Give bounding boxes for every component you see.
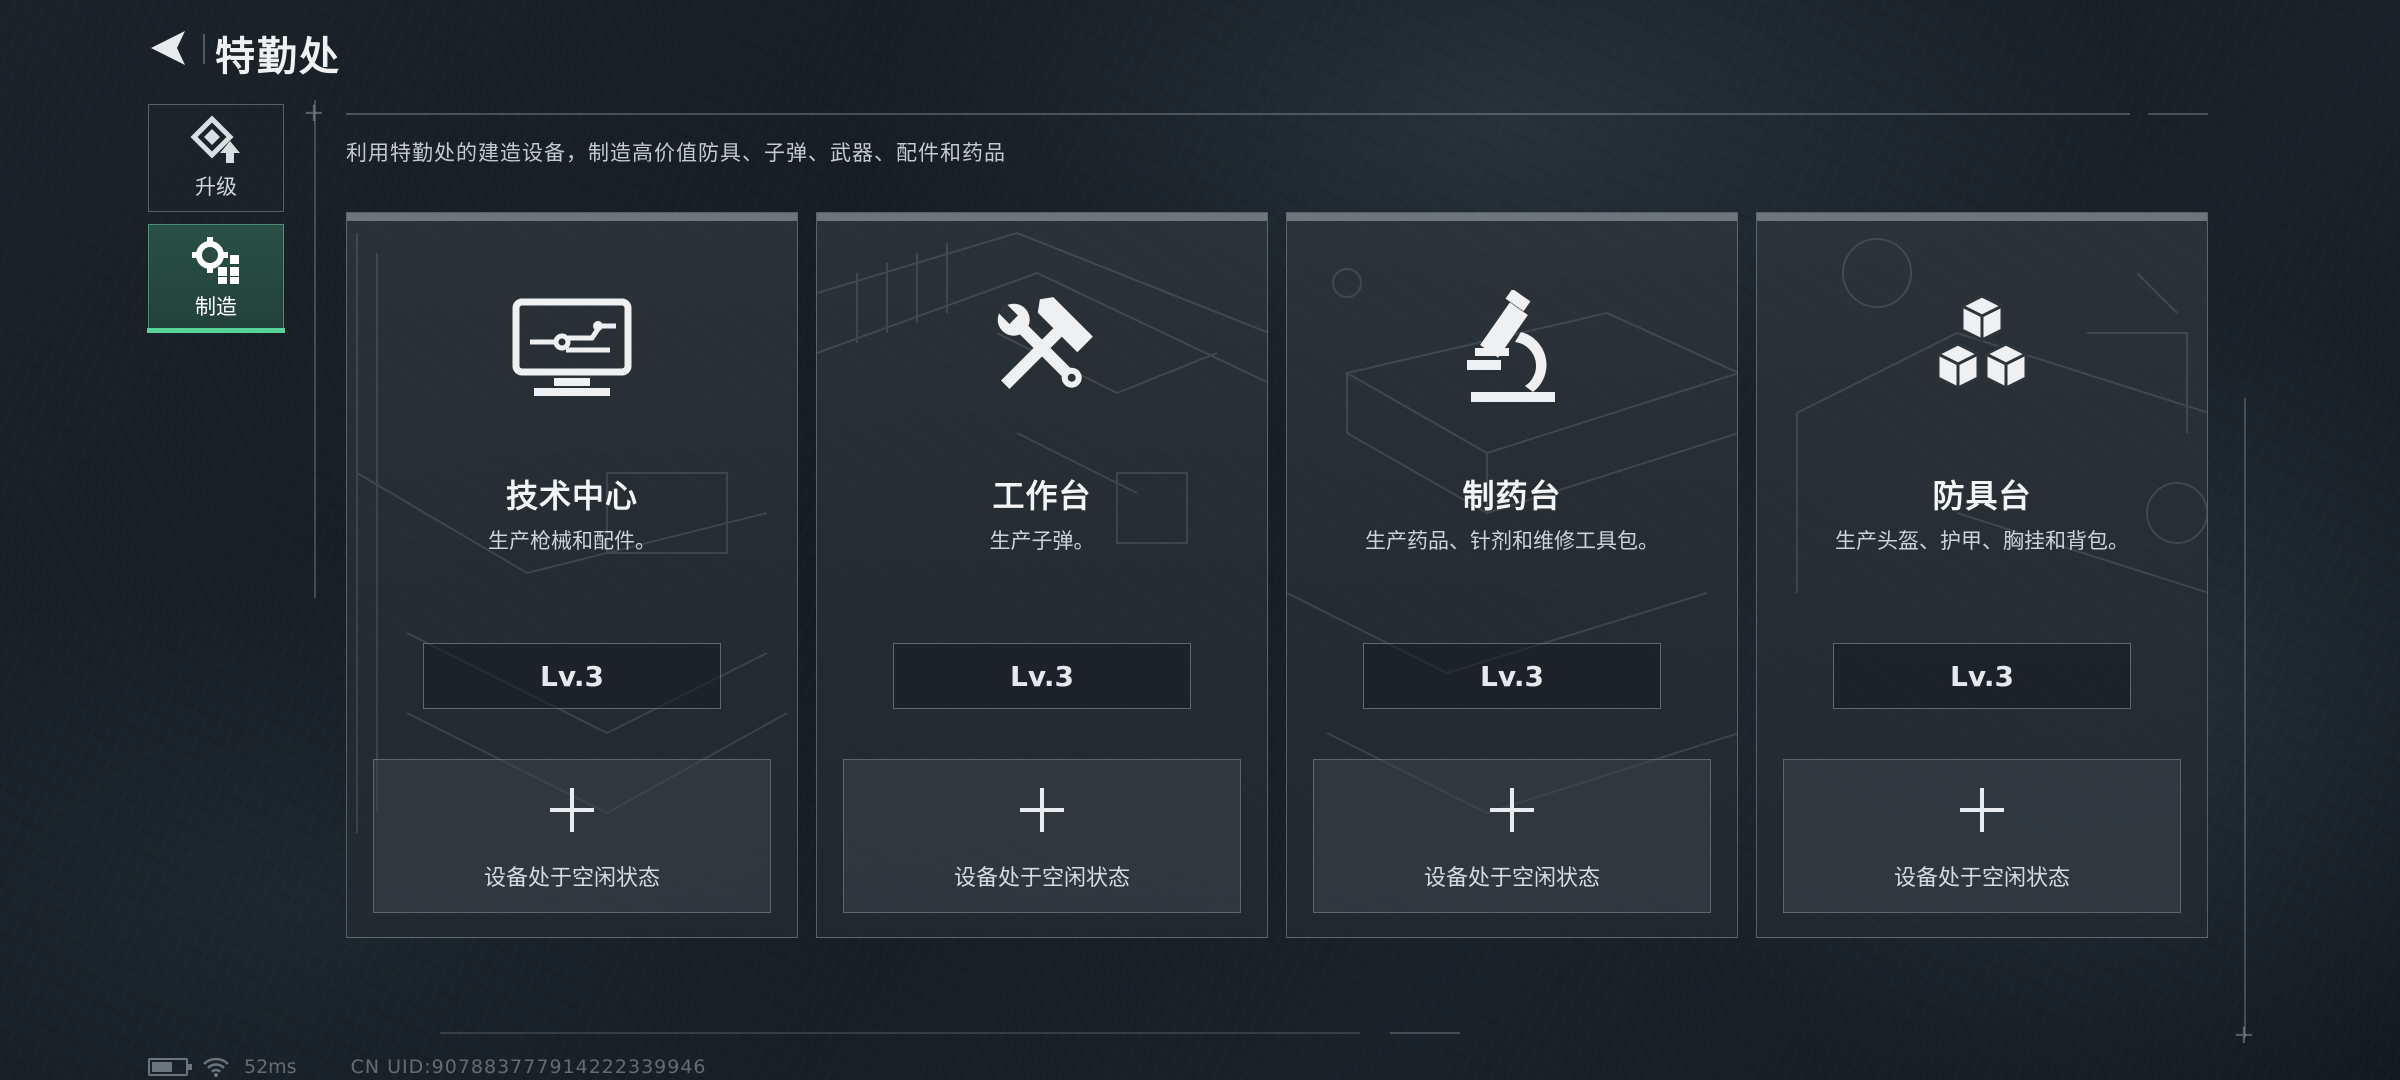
plus-icon — [1020, 788, 1064, 832]
production-slot-add-button[interactable]: 设备处于空闲状态 — [843, 759, 1241, 913]
facility-level-badge: Lv.3 — [423, 643, 721, 709]
slot-status: 设备处于空闲状态 — [1893, 866, 2070, 891]
plus-icon — [1960, 788, 2004, 832]
production-slot-add-button[interactable]: 设备处于空闲状态 — [1313, 759, 1711, 913]
status-bar: 52ms CN UID:907883777914222339946 — [148, 1056, 707, 1078]
facility-level-badge: Lv.3 — [1363, 643, 1661, 709]
facility-description: 生产药品、针剂和维修工具包。 — [1365, 529, 1659, 553]
corner-cross-mark: + — [303, 98, 325, 128]
top-divider-line — [346, 113, 2130, 115]
plus-icon — [550, 788, 594, 832]
facility-card-armor-bench[interactable]: 防具台 生产头盔、护甲、胸挂和背包。 Lv.3 设备处于空闲状态 — [1756, 212, 2208, 938]
back-arrow-icon — [151, 31, 185, 65]
production-slot-add-button[interactable]: 设备处于空闲状态 — [1783, 759, 2181, 913]
facility-card-workbench[interactable]: 工作台 生产子弹。 Lv.3 设备处于空闲状态 — [816, 212, 1268, 938]
wifi-icon — [203, 1057, 229, 1077]
left-divider-line — [314, 100, 316, 598]
top-divider-line-right — [2148, 113, 2208, 115]
sidebar-item-upgrade[interactable]: 升级 — [148, 104, 284, 212]
slot-status: 设备处于空闲状态 — [1423, 866, 1600, 891]
ping-value: 52ms — [244, 1056, 297, 1078]
page-subtitle: 利用特勤处的建造设备，制造高价值防具、子弹、武器、配件和药品 — [346, 141, 1006, 165]
facility-level-badge: Lv.3 — [893, 643, 1191, 709]
page-title: 特勤处 — [215, 34, 341, 80]
facility-description: 生产子弹。 — [989, 529, 1095, 553]
bottom-divider-line — [440, 1032, 1360, 1034]
gear-manufacture-icon — [192, 237, 239, 284]
production-slot-add-button[interactable]: 设备处于空闲状态 — [373, 759, 771, 913]
upgrade-icon — [190, 115, 240, 163]
title-separator — [203, 34, 205, 64]
plus-icon — [1490, 788, 1534, 832]
hammer-wrench-icon — [977, 283, 1107, 413]
facility-name: 技术中心 — [505, 477, 638, 515]
facility-description: 生产枪械和配件。 — [488, 529, 656, 553]
computer-board-icon — [507, 283, 637, 413]
facility-name: 工作台 — [992, 477, 1092, 515]
sidebar-item-label: 制造 — [195, 295, 237, 319]
bottom-divider-accent — [1390, 1032, 1460, 1034]
boxes-icon — [1917, 283, 2047, 413]
player-uid: CN UID:907883777914222339946 — [350, 1056, 707, 1078]
battery-icon — [148, 1058, 192, 1076]
facility-level-badge: Lv.3 — [1833, 643, 2131, 709]
facility-name: 制药台 — [1462, 477, 1562, 515]
back-button[interactable] — [146, 26, 190, 70]
facility-card-pharmacy[interactable]: 制药台 生产药品、针剂和维修工具包。 Lv.3 设备处于空闲状态 — [1286, 212, 1738, 938]
sidebar-item-label: 升级 — [195, 175, 237, 199]
facility-description: 生产头盔、护甲、胸挂和背包。 — [1835, 529, 2129, 553]
facility-card-tech-center[interactable]: 技术中心 生产枪械和配件。 Lv.3 设备处于空闲状态 — [346, 212, 798, 938]
sidebar-item-manufacture[interactable]: 制造 — [147, 224, 285, 333]
slot-status: 设备处于空闲状态 — [953, 866, 1130, 891]
corner-cross-mark-bottom: + — [2233, 1020, 2255, 1050]
facility-name: 防具台 — [1932, 477, 2032, 515]
slot-status: 设备处于空闲状态 — [483, 866, 660, 891]
right-divider-line — [2244, 398, 2246, 1038]
microscope-icon — [1447, 283, 1577, 413]
